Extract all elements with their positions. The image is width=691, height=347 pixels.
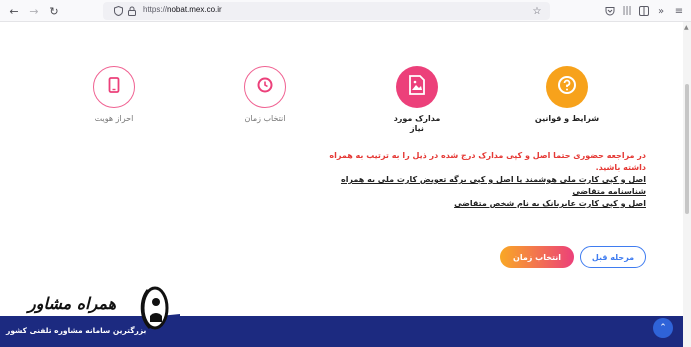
document-icon [408, 75, 426, 99]
step-circle [93, 66, 135, 108]
step-circle [546, 66, 588, 108]
reader-icon[interactable] [637, 4, 651, 18]
scroll-up-icon[interactable]: ▲ [684, 24, 689, 31]
step-label: احراز هویت [94, 114, 134, 123]
mobile-icon [108, 77, 120, 97]
chevron-up-icon: ⌃ [659, 323, 667, 333]
overflow-icon[interactable]: » [654, 4, 668, 18]
shield-icon[interactable] [111, 4, 125, 18]
step-circle [244, 66, 286, 108]
step-label: مدارک مورد نیاز [393, 114, 441, 133]
url-text: https://nobat.mex.co.ir [143, 5, 222, 14]
scroll-to-top-button[interactable]: ⌃ [653, 318, 673, 338]
step-circle [396, 66, 438, 108]
step-terms: شرایط و قوانین [517, 66, 617, 124]
reload-icon[interactable]: ↻ [46, 3, 62, 19]
clock-icon [257, 77, 273, 97]
logo-name: همراه مشاور [28, 294, 117, 313]
url-domain: nobat.mex.co.ir [167, 5, 222, 14]
url-prefix: https:// [143, 5, 168, 14]
back-icon[interactable]: ← [6, 3, 22, 19]
library-icon[interactable]: ||| [620, 4, 634, 18]
pocket-icon[interactable] [603, 4, 617, 18]
select-time-button[interactable]: انتخاب زمان [500, 246, 574, 268]
logo-tagline: بزرگترین سامانه مشاوره تلفنی کشور [6, 326, 147, 335]
lock-icon[interactable] [125, 4, 139, 18]
step-verification: احراز هویت [64, 66, 164, 124]
scrollbar-thumb[interactable] [685, 84, 689, 214]
step-documents: مدارک مورد نیاز [367, 66, 467, 134]
url-bar[interactable]: https://nobat.mex.co.ir ☆ [103, 2, 550, 20]
scrollbar[interactable]: ▲ [683, 22, 691, 347]
requirements-notes: در مراجعه حضوری حتما اصل و کپی مدارک درج… [306, 150, 646, 210]
step-time: انتخاب زمان [215, 66, 315, 124]
logo[interactable]: همراه مشاور بزرگترین سامانه مشاوره تلفنی… [0, 286, 180, 347]
forward-icon[interactable]: → [26, 3, 42, 19]
browser-toolbar: ← → ↻ https://nobat.mex.co.ir ☆ ||| » ≡ [0, 0, 691, 22]
menu-icon[interactable]: ≡ [672, 4, 686, 18]
step-label: انتخاب زمان [244, 114, 286, 123]
prev-step-button[interactable]: مرحله قبل [580, 246, 646, 268]
notes-intro: در مراجعه حضوری حتما اصل و کپی مدارک درج… [329, 151, 646, 172]
star-icon[interactable]: ☆ [530, 4, 544, 18]
question-icon [557, 75, 577, 99]
notes-item: اصل و کپی کارت عابربانک به نام شخص متقاض… [454, 199, 646, 208]
step-label: شرایط و قوانین [534, 114, 600, 123]
notes-item: اصل و کپی کارت ملی هوشمند یا اصل و کپی ب… [340, 175, 646, 196]
